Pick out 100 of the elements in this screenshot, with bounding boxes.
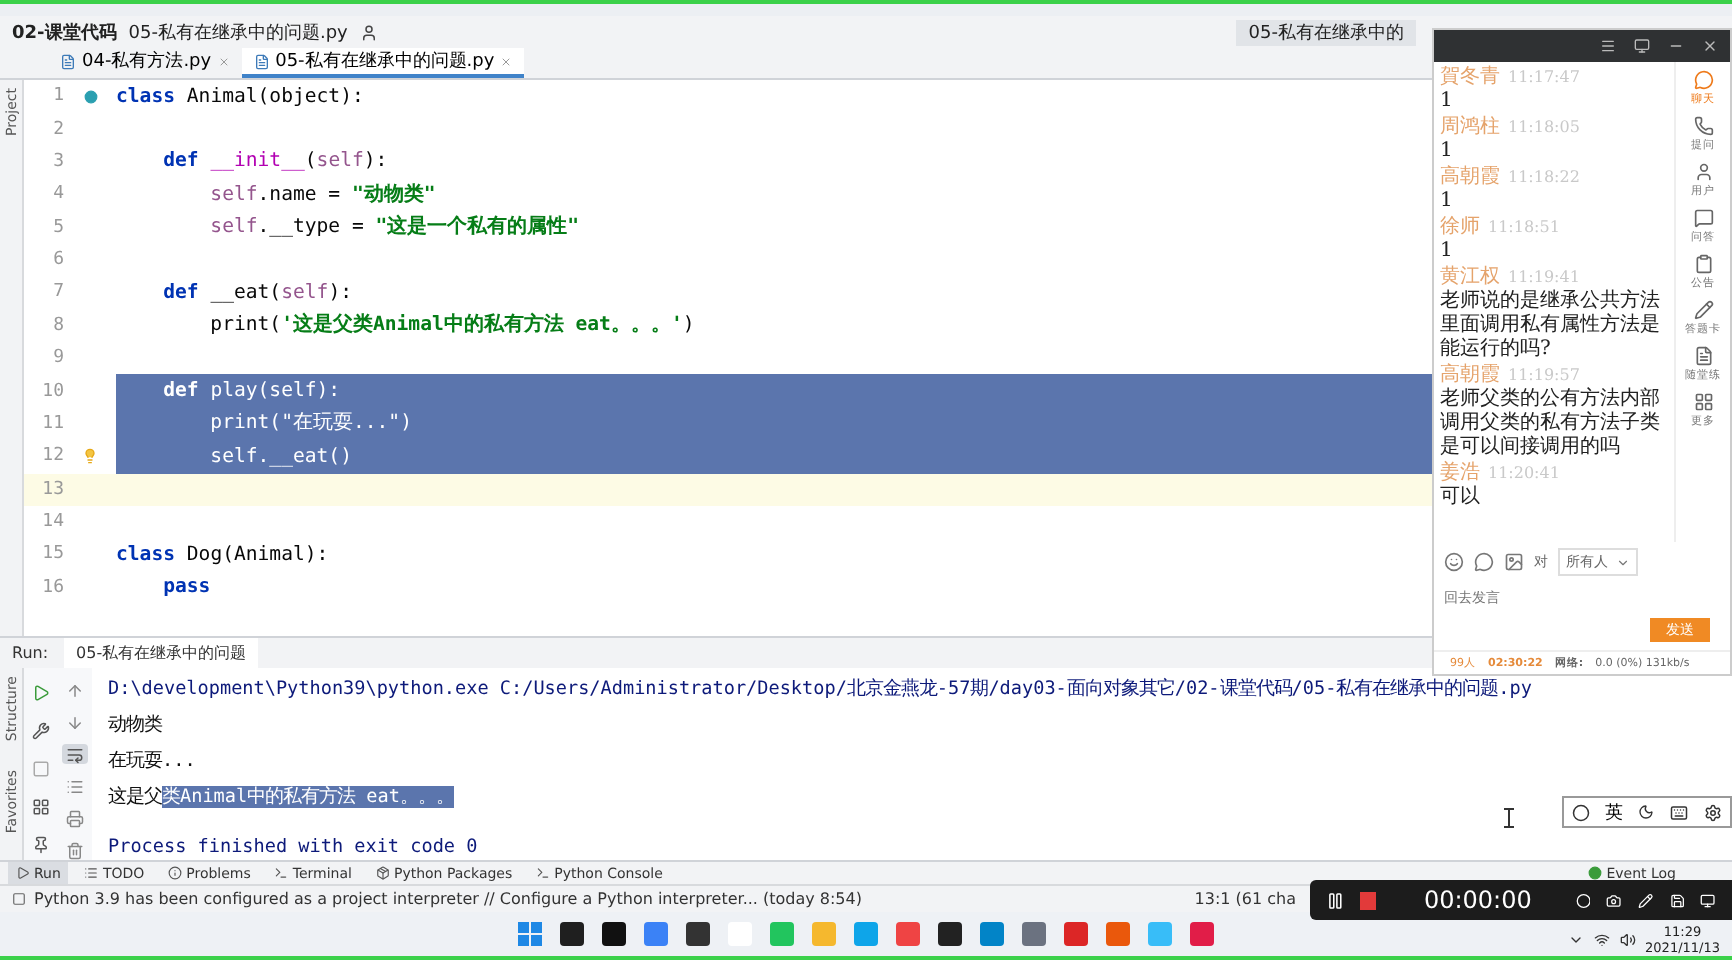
pen-icon[interactable] [1638, 891, 1654, 909]
screen-icon[interactable] [1700, 891, 1716, 909]
code-line: class Animal(object): [116, 83, 366, 112]
record-target-icon[interactable] [1575, 891, 1591, 909]
pause-icon[interactable] [1326, 889, 1345, 911]
windows-logo-icon[interactable] [518, 922, 542, 946]
line-number: 12 [40, 446, 64, 467]
soft-wrap-icon[interactable] [66, 745, 84, 763]
run-icon[interactable] [32, 684, 50, 702]
code-line: pass [161, 574, 213, 603]
message-text: 可以 [1440, 486, 1482, 510]
editor-tab[interactable]: 05-私有在继承中的问题.py [241, 48, 525, 78]
message-text: 老师说的是继承公共方法里面调用私有属性方法是能运行的吗? [1440, 290, 1662, 362]
tool-icon [536, 866, 551, 880]
line-number: 11 [40, 413, 64, 434]
down-arrow-icon[interactable] [66, 713, 84, 731]
wrench-icon[interactable] [32, 722, 50, 740]
sort-icon[interactable] [66, 777, 84, 795]
message-text: 老师父类的公有方法内部调用父类的私有方法子类是可以间接调用的吗 [1440, 388, 1662, 460]
sidebar-icon [1693, 254, 1713, 274]
tool-icon [274, 866, 289, 880]
keyboard-icon[interactable] [1670, 803, 1689, 821]
status-icon [12, 892, 26, 906]
event-log-icon [1588, 866, 1603, 880]
app-icon[interactable] [938, 922, 962, 946]
app-icon[interactable] [560, 922, 584, 946]
line-number: 13 [40, 479, 64, 500]
ime-logo-icon[interactable] [1571, 803, 1590, 821]
sidebar-icon [1693, 208, 1713, 228]
line-number: 14 [40, 512, 64, 533]
console-line: 这是父类Animal中的私有方法 eat。。。 [108, 784, 454, 812]
code-line: self.name = "动物类" [208, 181, 438, 210]
user-icon[interactable] [359, 23, 378, 41]
chevron-down-icon [1616, 555, 1630, 569]
line-number: 5 [51, 217, 64, 238]
stop-icon[interactable] [1360, 891, 1376, 909]
line-number: 8 [51, 315, 64, 336]
run-label: Run: [12, 644, 49, 662]
text-cursor-icon [1504, 808, 1514, 828]
message-text: 1 [1440, 90, 1455, 114]
line-number: 2 [51, 119, 64, 140]
code-line: def __eat(self): [161, 279, 354, 308]
editor-tab[interactable]: 04-私有方法.py [48, 48, 242, 78]
sidebar-icon [1693, 162, 1713, 182]
override-icon[interactable] [83, 89, 97, 104]
pin-icon[interactable] [32, 836, 50, 854]
line-number: 1 [51, 86, 64, 107]
emoji-icon[interactable] [1444, 552, 1464, 572]
code-line: class Dog(Animal): [116, 541, 331, 570]
layout-icon[interactable] [32, 798, 50, 816]
wifi-icon[interactable] [1593, 932, 1610, 948]
message-text: 1 [1440, 190, 1455, 214]
trash-icon[interactable] [66, 841, 84, 859]
menu-icon[interactable] [1600, 38, 1616, 54]
status-message: Python 3.9 has been configured as a project interpreter // Configure a Python interpreter... (today 8:54) [34, 890, 862, 908]
sidebar-icon [1693, 116, 1713, 136]
console-tab[interactable]: 05-私有在继承中的问题 [64, 638, 259, 668]
tool-icon [168, 866, 183, 880]
line-number: 16 [40, 577, 64, 598]
bubble-icon[interactable] [1474, 552, 1494, 572]
record-timer: 00:00:00 [1423, 886, 1532, 914]
line-number: 3 [51, 151, 64, 172]
code-line: print('这是父类Animal中的私有方法 eat。。。') [208, 310, 697, 341]
line-number: 15 [40, 544, 64, 565]
volume-icon[interactable] [1619, 932, 1636, 948]
console-line: Process finished with exit code 0 [108, 834, 478, 862]
up-arrow-icon[interactable] [66, 681, 84, 699]
code-line: self.__type = "这是一个私有的属性" [208, 212, 582, 243]
line-number: 6 [51, 250, 64, 271]
sidebar-icon [1693, 392, 1713, 412]
sidebar-icon [1693, 70, 1713, 90]
line-number: 4 [51, 184, 64, 205]
tool-icon [16, 866, 30, 880]
breadcrumb-item[interactable]: 02-课堂代码 [12, 19, 117, 45]
window-icon[interactable] [1634, 38, 1650, 54]
message-text: 1 [1440, 240, 1455, 264]
app-icon[interactable] [602, 922, 626, 946]
moon-icon[interactable] [1638, 804, 1655, 820]
message-text: 1 [1440, 140, 1455, 164]
run-config-dropdown[interactable]: 05-私有在继承中的 [1236, 19, 1416, 45]
python-file-icon [60, 53, 76, 69]
line-number: 9 [51, 348, 64, 369]
line-number: 7 [51, 282, 64, 303]
input-mode[interactable]: 英 [1605, 799, 1624, 825]
sidebar-icon [1693, 300, 1713, 320]
console-line: D:\development\Python39\python.exe C:/Users/Administrator/Desktop/北京金燕龙-57期/day03-面向对象其它/02-课堂代码/05-私有在继承中的问题.py [108, 676, 1532, 704]
camera-icon[interactable] [1606, 891, 1623, 909]
caret-position[interactable]: 13:1 (61 cha [1194, 890, 1296, 908]
tool-icon [375, 866, 390, 880]
breadcrumb-item[interactable]: 05-私有在继承中的问题.py [128, 19, 348, 45]
save-icon[interactable] [1669, 891, 1685, 909]
print-icon[interactable] [66, 809, 84, 827]
image-icon[interactable] [1504, 552, 1524, 572]
close-icon[interactable] [1702, 38, 1718, 54]
sidebar-icon [1693, 346, 1713, 366]
settings-icon[interactable] [1704, 803, 1723, 821]
line-number: 10 [40, 381, 64, 402]
console-line: 动物类 [108, 712, 162, 740]
app-icon[interactable] [686, 922, 710, 946]
tool-icon [84, 866, 99, 880]
